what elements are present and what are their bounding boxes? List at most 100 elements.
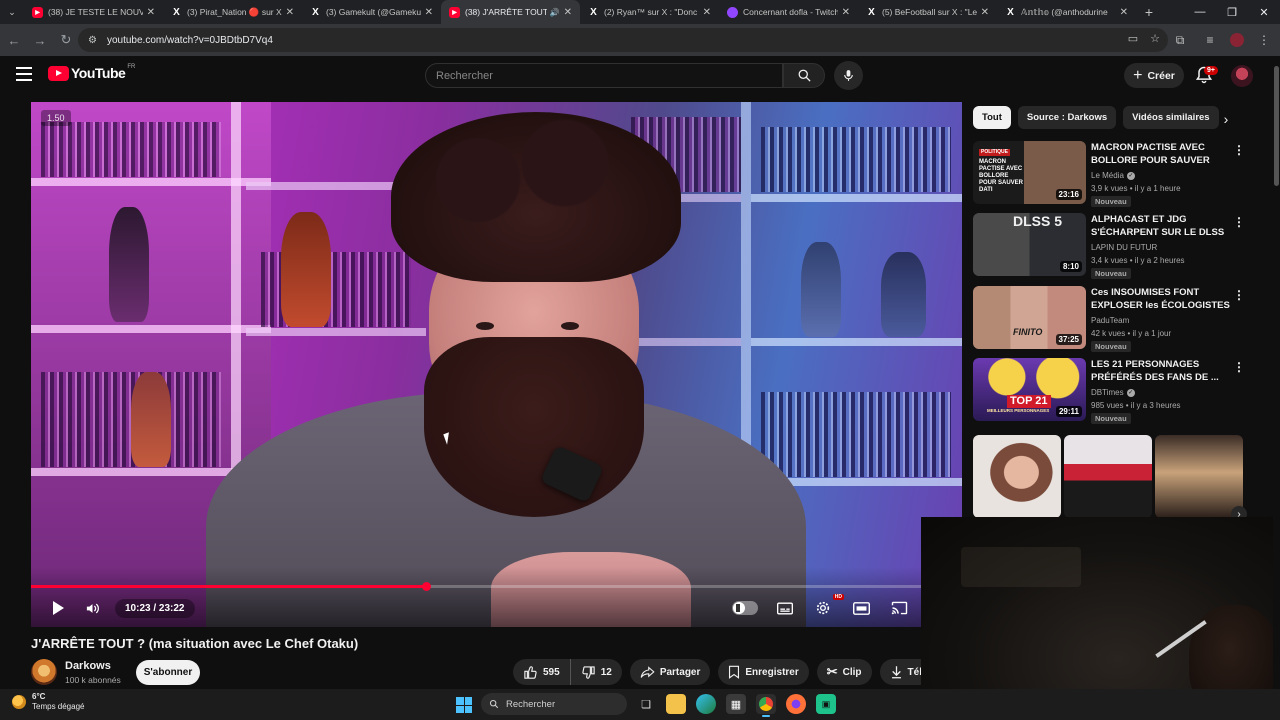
browser-menu-icon[interactable]: ⋮ (1254, 28, 1274, 52)
cast-icon[interactable]: ▭ (1128, 32, 1138, 45)
app-icon[interactable]: ▣ (816, 694, 836, 714)
like-button[interactable]: 595 (513, 659, 570, 685)
edge-browser-icon[interactable] (696, 694, 716, 714)
search-button[interactable] (783, 63, 825, 88)
site-info-icon[interactable]: ⚙ (88, 35, 97, 46)
firefox-icon[interactable] (786, 694, 806, 714)
chip-similar-videos[interactable]: Vidéos similaires (1123, 106, 1219, 129)
volume-button[interactable] (75, 596, 109, 620)
cast-button[interactable] (882, 596, 916, 620)
browser-tab[interactable]: X (2) Ryan™ sur X : "Donc le ✕ (580, 0, 719, 24)
search-field[interactable] (425, 63, 783, 88)
recommendation-title[interactable]: Ces INSOUMISES FONT EXPLOSER les ÉCOLOGI… (1091, 286, 1231, 312)
account-avatar[interactable] (1231, 65, 1253, 87)
video-thumbnail[interactable]: DLSS 5 8:10 (973, 213, 1086, 276)
store-icon[interactable]: ▦ (726, 694, 746, 714)
settings-button[interactable]: HD (806, 594, 844, 620)
chevron-right-icon[interactable]: › (1217, 110, 1235, 128)
recommendation-channel[interactable]: LAPIN DU FUTUR (1091, 243, 1157, 252)
video-thumbnail[interactable]: TOP 21 MEILLEURS PERSONNAGES 29:11 (973, 358, 1086, 421)
browser-tab[interactable]: Concernant dofla - Twitch ✕ (719, 0, 858, 24)
share-button[interactable]: Partager (629, 659, 711, 685)
more-options-icon[interactable]: ⋮ (1233, 215, 1245, 229)
play-button[interactable] (41, 596, 75, 620)
audio-playing-icon[interactable]: 🔊 (550, 8, 560, 17)
close-tab-icon[interactable]: ✕ (564, 7, 572, 18)
recommendation-title[interactable]: LES 21 PERSONNAGES PRÉFÉRÉS DES FANS DE … (1091, 358, 1231, 384)
video-title: J'ARRÊTE TOUT ? (ma situation avec Le Ch… (31, 636, 359, 651)
search-input[interactable] (436, 69, 782, 82)
file-explorer-icon[interactable] (666, 694, 686, 714)
address-bar[interactable]: ⚙ youtube.com/watch?v=0JBDtbD7Vq4 ▭ ☆ (78, 28, 1168, 52)
short-thumbnail[interactable] (973, 435, 1061, 518)
browser-tab[interactable]: X (3) Gamekult (@Gamekult ✕ (302, 0, 441, 24)
more-options-icon[interactable]: ⋮ (1233, 288, 1245, 302)
close-tab-icon[interactable]: ✕ (703, 7, 711, 18)
scrollbar-thumb[interactable] (1274, 66, 1279, 186)
create-button[interactable]: + Créer (1124, 63, 1184, 88)
tab-search-icon[interactable]: ⌄ (0, 0, 24, 24)
reload-icon[interactable]: ↻ (54, 28, 78, 52)
task-view-icon[interactable]: ❏ (636, 694, 656, 714)
short-thumbnail[interactable] (1064, 435, 1152, 518)
channel-name[interactable]: Darkows (65, 660, 111, 672)
voice-search-button[interactable] (834, 61, 863, 90)
channel-avatar[interactable] (31, 659, 57, 685)
extensions-icon[interactable]: ⧉ (1170, 28, 1190, 52)
close-tab-icon[interactable]: ✕ (981, 7, 989, 18)
forward-icon[interactable]: → (28, 28, 52, 52)
bookmark-star-icon[interactable]: ☆ (1150, 32, 1160, 45)
video-player[interactable]: 1.50 10:23 / 23:22 HD (31, 102, 962, 627)
recommendation-item[interactable]: TOP 21 MEILLEURS PERSONNAGES 29:11 LES 2… (973, 358, 1253, 424)
more-options-icon[interactable]: ⋮ (1233, 360, 1245, 374)
minimize-icon[interactable]: — (1184, 0, 1216, 24)
recommendation-item[interactable]: POLITIQUE MACRON PACTISE AVEC BOLLORE PO… (973, 141, 1253, 207)
recommendation-channel[interactable]: PaduTeam (1091, 316, 1129, 325)
video-thumbnail[interactable]: FINITO 37:25 (973, 286, 1086, 349)
close-tab-icon[interactable]: ✕ (147, 7, 155, 18)
browser-tab[interactable]: ▶ (38) J'ARRÊTE TOUT ? 🔊 ✕ (441, 0, 580, 24)
close-tab-icon[interactable]: ✕ (286, 7, 294, 18)
recommendation-title[interactable]: MACRON PACTISE AVEC BOLLORE POUR SAUVER … (1091, 141, 1231, 167)
dislike-button[interactable]: 12 (571, 659, 622, 685)
windows-start-icon[interactable] (456, 697, 472, 713)
subscribe-button[interactable]: S'abonner (136, 660, 200, 685)
chrome-icon[interactable] (756, 694, 776, 717)
browser-tab[interactable]: X 𝔸𝕟𝕥𝕙𝕠 (@anthodurine ✕ (997, 0, 1136, 24)
autoplay-toggle[interactable] (732, 601, 758, 615)
progress-fill (31, 585, 427, 588)
more-options-icon[interactable]: ⋮ (1233, 143, 1245, 157)
recommendation-title[interactable]: ALPHACAST ET JDG S'ÉCHARPENT SUR LE DLSS… (1091, 213, 1231, 239)
theater-mode-button[interactable] (844, 596, 878, 620)
back-icon[interactable]: ← (2, 28, 26, 52)
recommendation-channel[interactable]: Le Média ✓ (1091, 171, 1135, 180)
browser-tab[interactable]: ▶ (38) JE TESTE LE NOUVEAU ✕ (24, 0, 163, 24)
taskbar-search[interactable]: Rechercher (481, 693, 627, 715)
subscriber-count: 100 k abonnés (65, 675, 121, 685)
close-tab-icon[interactable]: ✕ (425, 7, 433, 18)
close-window-icon[interactable]: ✕ (1248, 0, 1280, 24)
recommendation-item[interactable]: DLSS 5 8:10 ALPHACAST ET JDG S'ÉCHARPENT… (973, 213, 1253, 279)
video-thumbnail[interactable]: POLITIQUE MACRON PACTISE AVEC BOLLORE PO… (973, 141, 1086, 204)
page-scrollbar[interactable] (1273, 56, 1280, 689)
browser-tab[interactable]: X (3) Pirat_Nation 🔴 sur X ✕ (163, 0, 302, 24)
menu-icon[interactable] (16, 67, 32, 81)
youtube-logo[interactable]: YouTube FR (48, 64, 135, 81)
close-tab-icon[interactable]: ✕ (842, 7, 850, 18)
subtitles-button[interactable] (768, 596, 802, 620)
chip-source-channel[interactable]: Source : Darkows (1017, 106, 1117, 129)
chip-all[interactable]: Tout (973, 106, 1011, 129)
close-tab-icon[interactable]: ✕ (1120, 7, 1128, 18)
new-tab-button[interactable]: + (1136, 4, 1162, 20)
maximize-icon[interactable]: ❐ (1216, 0, 1248, 24)
weather-widget[interactable]: 6°C Temps dégagé (12, 692, 84, 712)
browser-tab[interactable]: X (5) BeFootball sur X : "Les ✕ (858, 0, 997, 24)
recommendation-channel[interactable]: DBTimes ✓ (1091, 388, 1135, 397)
save-button[interactable]: Enregistrer (718, 659, 809, 685)
progress-bar[interactable] (31, 582, 921, 591)
recommendation-item[interactable]: FINITO 37:25 Ces INSOUMISES FONT EXPLOSE… (973, 286, 1253, 352)
short-thumbnail[interactable] (1155, 435, 1243, 518)
media-control-icon[interactable]: ≡ (1200, 28, 1220, 52)
clip-button[interactable]: ✂ Clip (816, 659, 872, 685)
profile-avatar[interactable] (1230, 33, 1244, 47)
